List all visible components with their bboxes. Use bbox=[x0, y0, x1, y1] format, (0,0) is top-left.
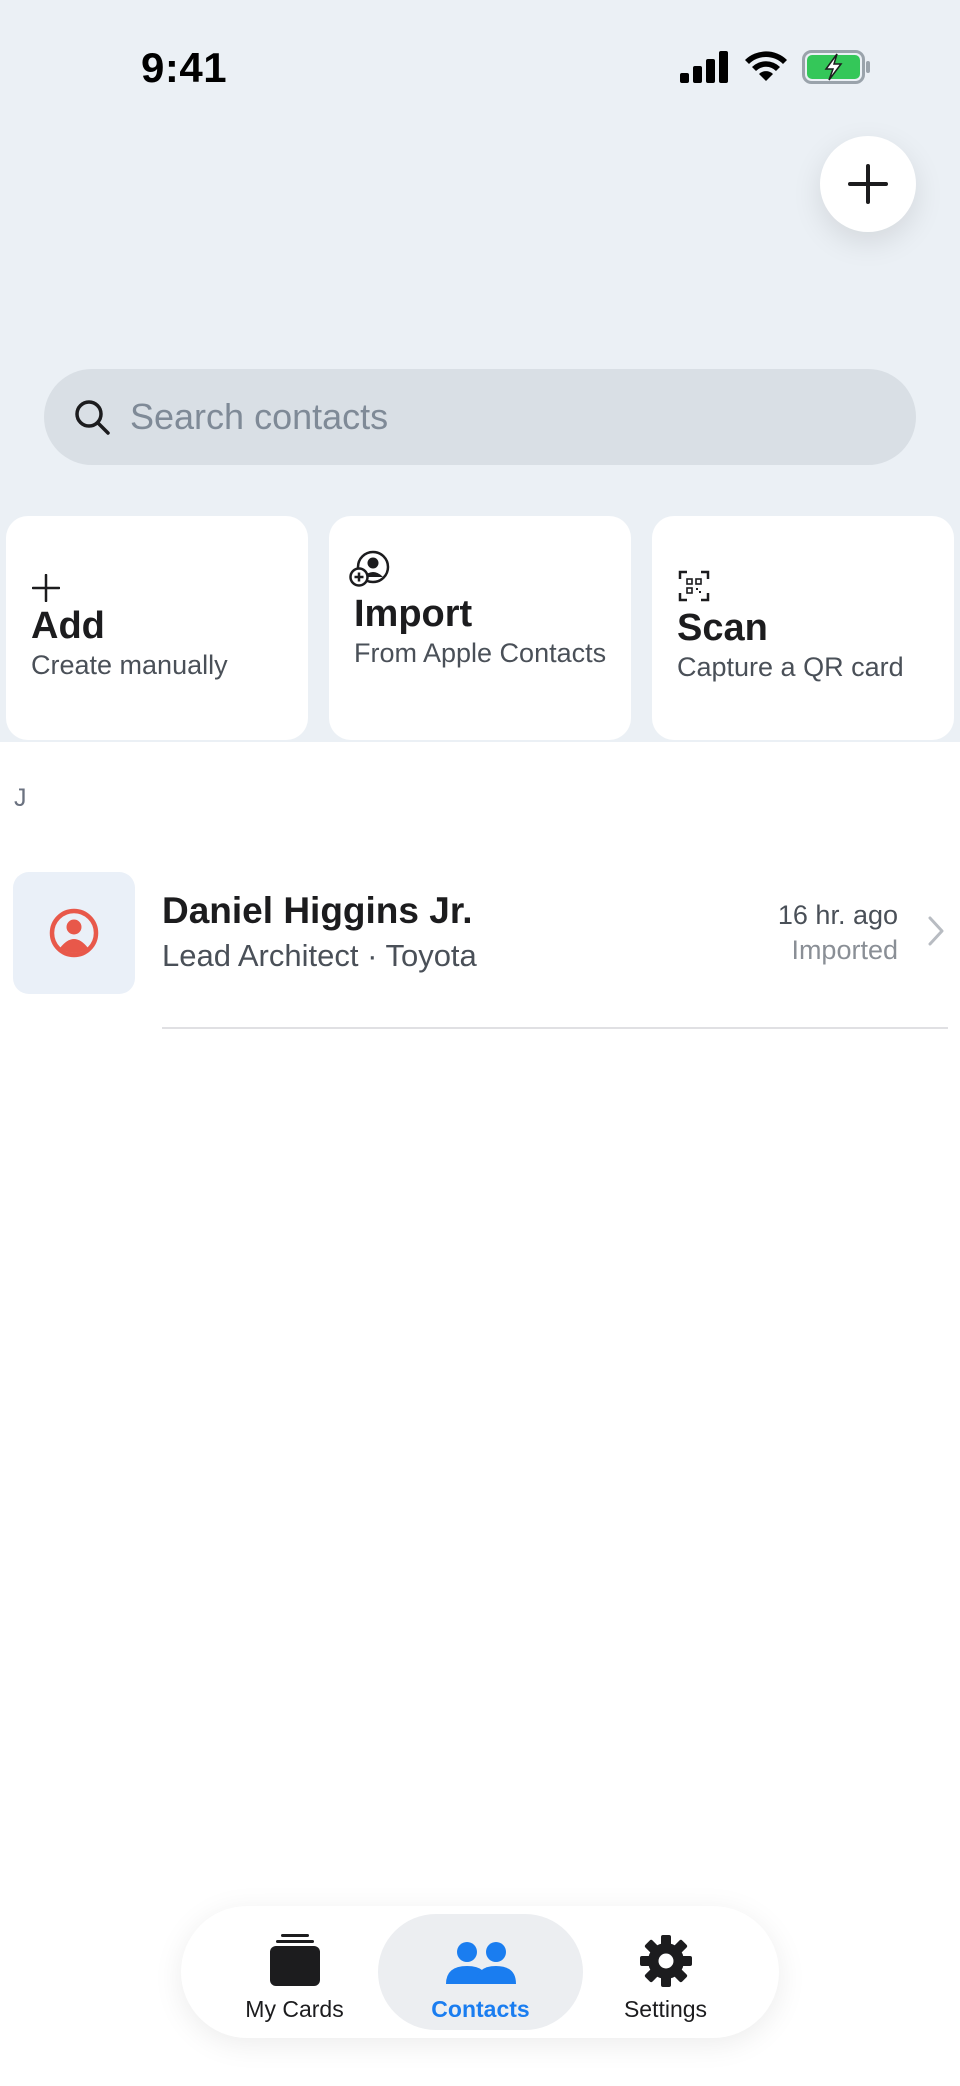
people-icon bbox=[445, 1942, 516, 1984]
tab-label: Contacts bbox=[431, 1996, 530, 2022]
import-card-subtitle: From Apple Contacts bbox=[354, 638, 607, 668]
qr-scan-icon bbox=[678, 570, 710, 602]
tab-label: Settings bbox=[623, 1996, 708, 2022]
wifi-icon bbox=[745, 51, 787, 81]
contact-name: Daniel Higgins Jr. bbox=[162, 890, 473, 931]
search-icon bbox=[75, 400, 110, 435]
scan-card-subtitle: Capture a QR card bbox=[677, 652, 904, 682]
import-card[interactable]: Import From Apple Contacts bbox=[329, 516, 631, 740]
cards-icon bbox=[269, 1934, 320, 1986]
search-bar[interactable] bbox=[44, 369, 916, 465]
section-header: J bbox=[14, 784, 27, 812]
add-card-title: Add bbox=[31, 605, 105, 647]
avatar bbox=[13, 872, 135, 994]
import-card-title: Import bbox=[354, 593, 473, 635]
search-input[interactable] bbox=[128, 395, 852, 439]
contact-subtitle: Lead Architect · Toyota bbox=[162, 938, 477, 973]
plus-icon bbox=[32, 574, 60, 602]
tab-bar: My Cards Contacts Settings bbox=[181, 1906, 779, 2038]
person-circle-icon bbox=[49, 908, 99, 958]
scan-card[interactable]: Scan Capture a QR card bbox=[652, 516, 954, 740]
status-time: 9:41 bbox=[141, 44, 228, 91]
add-contact-fab[interactable] bbox=[820, 136, 916, 232]
add-card-subtitle: Create manually bbox=[31, 650, 228, 680]
status-icons bbox=[680, 50, 872, 84]
tab-settings[interactable]: Settings bbox=[563, 1914, 768, 2030]
tab-contacts[interactable]: Contacts bbox=[378, 1914, 583, 2030]
tab-my-cards[interactable]: My Cards bbox=[192, 1914, 397, 2030]
scan-card-title: Scan bbox=[677, 607, 768, 649]
signal-icon bbox=[680, 51, 728, 83]
chevron-right-icon bbox=[928, 916, 944, 946]
contact-timestamp: 16 hr. ago bbox=[777, 900, 898, 930]
gear-icon bbox=[639, 1935, 692, 1987]
contact-status: Imported bbox=[791, 935, 898, 965]
tab-label: My Cards bbox=[245, 1996, 344, 2022]
plus-icon bbox=[848, 164, 888, 204]
row-divider bbox=[162, 1027, 948, 1029]
add-card[interactable]: Add Create manually bbox=[6, 516, 308, 740]
battery-charging-icon bbox=[802, 50, 870, 84]
contact-row[interactable]: Daniel Higgins Jr. Lead Architect · Toyo… bbox=[0, 860, 960, 1030]
person-add-icon bbox=[349, 550, 390, 587]
